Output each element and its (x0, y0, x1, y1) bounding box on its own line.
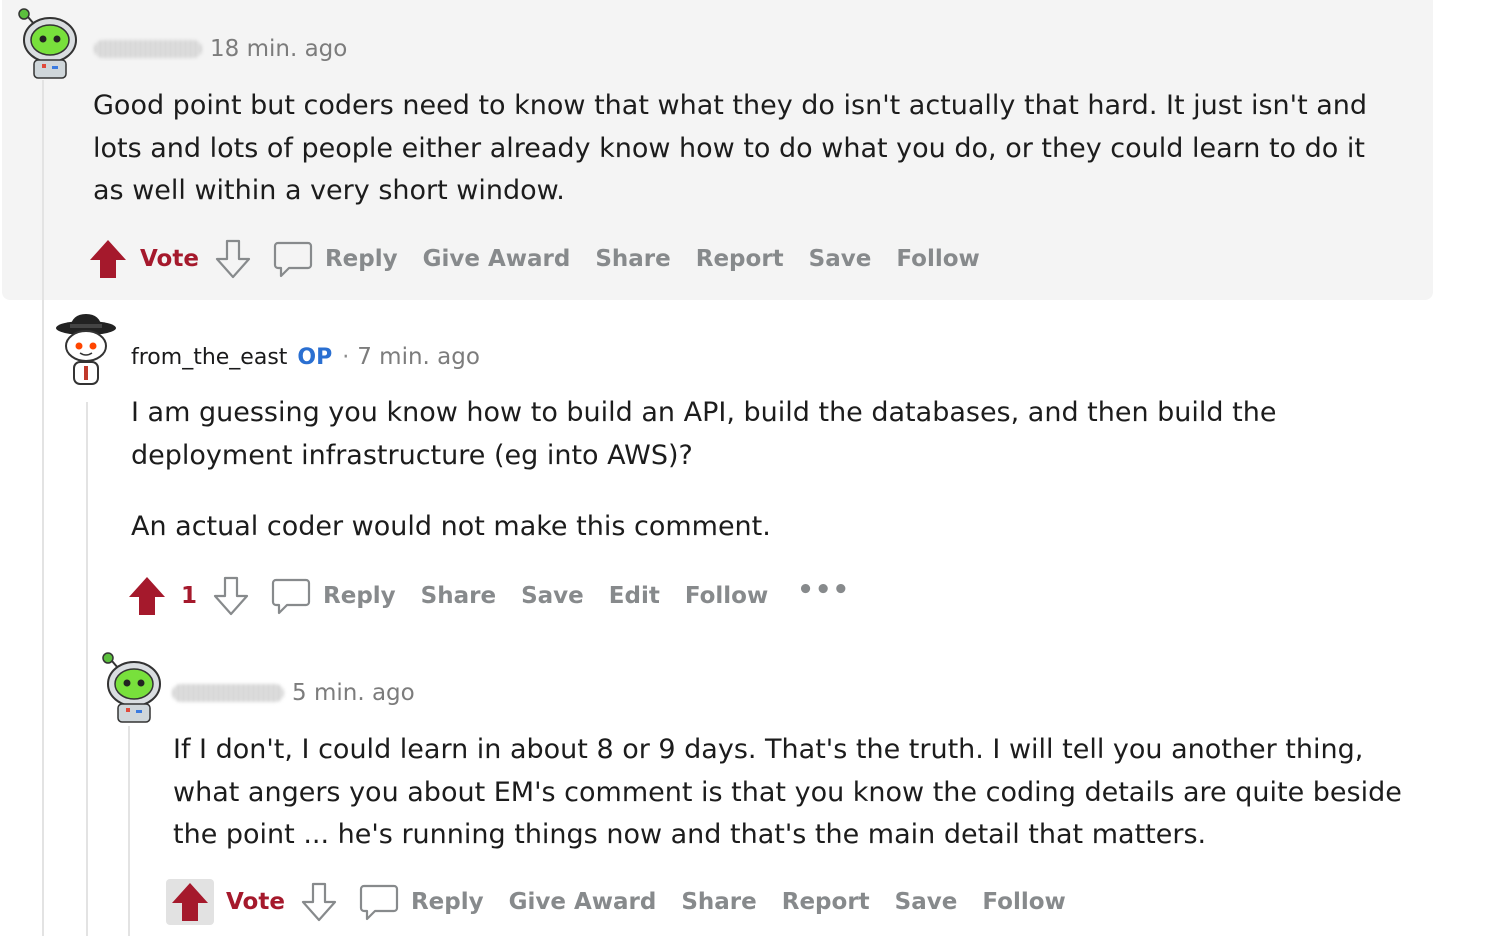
speech-bubble-icon[interactable] (273, 239, 313, 279)
comment-1-body: Good point but coders need to know that … (93, 85, 1393, 213)
edit-button[interactable]: Edit (609, 583, 660, 609)
save-button[interactable]: Save (809, 246, 872, 272)
comment-3-timestamp[interactable]: 5 min. ago (292, 680, 415, 706)
vote-score: 1 (181, 583, 198, 609)
thread-line-level-3[interactable] (128, 726, 130, 936)
hat-snoo-avatar-icon[interactable] (54, 310, 118, 388)
comment-3-body: If I don't, I could learn in about 8 or … (173, 729, 1413, 857)
comment-2-paragraph-1: I am guessing you know how to build an A… (131, 397, 1277, 471)
reply-button[interactable]: Reply (325, 246, 398, 272)
reply-button[interactable]: Reply (323, 583, 396, 609)
share-button[interactable]: Share (595, 246, 670, 272)
comment-2-paragraph-2: An actual coder would not make this comm… (131, 511, 771, 542)
comment-2-author[interactable]: from_the_east (131, 345, 287, 370)
comment-1-paragraph-1: Good point but coders need to know that … (93, 90, 1368, 206)
comment-2-action-bar: 1 Reply Share Save Edit Follow ••• (127, 575, 850, 617)
comment-3-paragraph-1: If I don't, I could learn in about 8 or … (173, 734, 1402, 850)
redacted-username (94, 40, 202, 58)
reply-button[interactable]: Reply (411, 889, 484, 915)
speech-bubble-icon[interactable] (271, 576, 311, 616)
thread-line-level-1[interactable] (42, 80, 44, 936)
redacted-username (172, 684, 284, 702)
robot-avatar-icon[interactable] (14, 4, 78, 82)
comment-2-vote-group: 1 (127, 575, 251, 617)
save-button[interactable]: Save (895, 889, 958, 915)
upvote-arrow-icon[interactable] (88, 238, 128, 280)
thread-line-level-2[interactable] (86, 402, 88, 936)
share-button[interactable]: Share (421, 583, 496, 609)
comment-1-timestamp[interactable]: 18 min. ago (210, 36, 347, 62)
downvote-arrow-icon[interactable] (213, 238, 253, 280)
downvote-arrow-icon[interactable] (211, 575, 251, 617)
follow-button[interactable]: Follow (685, 583, 768, 609)
give-award-button[interactable]: Give Award (509, 889, 657, 915)
upvote-arrow-icon[interactable] (170, 881, 210, 923)
comment-1-meta: 18 min. ago (94, 36, 347, 62)
follow-button[interactable]: Follow (896, 246, 979, 272)
comment-1-action-bar: Vote Reply Give Award Share Report Save … (88, 238, 1005, 280)
comment-3-meta: 5 min. ago (172, 680, 415, 706)
comment-3-action-bar: Vote Reply Give Award Share Report Save … (166, 879, 1091, 925)
comment-2-body: I am guessing you know how to build an A… (131, 392, 1391, 549)
comment-thread: 18 min. ago Good point but coders need t… (0, 0, 1492, 936)
comment-1-vote-group: Vote (88, 238, 253, 280)
report-button[interactable]: Report (696, 246, 784, 272)
report-button[interactable]: Report (782, 889, 870, 915)
speech-bubble-icon[interactable] (359, 882, 399, 922)
comment-3-vote-group: Vote (166, 879, 339, 925)
meta-separator: · (342, 344, 350, 370)
downvote-arrow-icon[interactable] (299, 881, 339, 923)
more-options-button[interactable]: ••• (797, 575, 850, 605)
vote-label: Vote (226, 889, 285, 915)
give-award-button[interactable]: Give Award (423, 246, 571, 272)
upvote-arrow-icon[interactable] (127, 575, 167, 617)
share-button[interactable]: Share (681, 889, 756, 915)
comment-2-meta: from_the_east OP · 7 min. ago (131, 344, 480, 370)
save-button[interactable]: Save (521, 583, 584, 609)
robot-avatar-icon[interactable] (98, 648, 162, 726)
upvote-hover-background (166, 879, 214, 925)
follow-button[interactable]: Follow (982, 889, 1065, 915)
comment-2-timestamp[interactable]: 7 min. ago (357, 344, 480, 370)
vote-label: Vote (140, 246, 199, 272)
op-badge: OP (297, 344, 333, 370)
